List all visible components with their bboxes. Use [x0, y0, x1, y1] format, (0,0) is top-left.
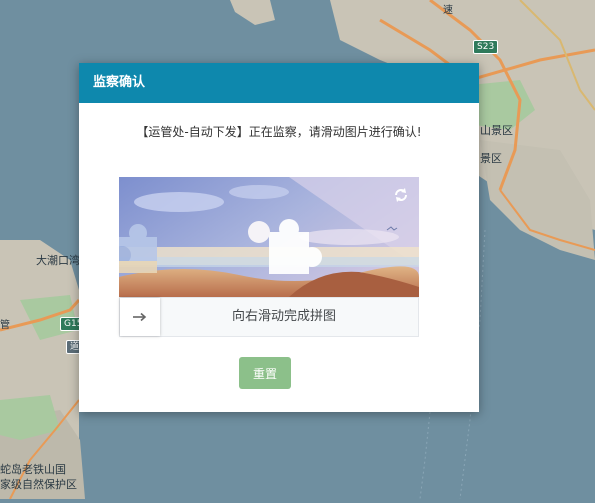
map-label: 景区 — [480, 152, 502, 165]
reset-button[interactable]: 重置 — [239, 357, 291, 389]
slider-track[interactable]: 向右滑动完成拼图 — [119, 297, 419, 337]
map-label: 山景区 — [480, 124, 513, 137]
map-label: 管 — [0, 320, 10, 331]
slider-hint: 向右滑动完成拼图 — [231, 309, 336, 324]
puzzle-image — [119, 177, 419, 297]
map-label: 速 — [443, 5, 453, 16]
dialog-message: 【运管处-自动下发】正在监察，请滑动图片进行确认! — [136, 125, 422, 139]
slider-captcha: 向右滑动完成拼图 — [119, 177, 419, 337]
map-label: 蛇岛老铁山国 — [0, 463, 66, 476]
dialog-title: 监察确认 — [79, 63, 479, 103]
refresh-icon[interactable] — [393, 187, 409, 203]
arrow-right-icon — [133, 312, 147, 322]
map-label: 大潮口湾 — [36, 254, 80, 267]
map-label: 家级自然保护区 — [0, 478, 77, 491]
road-badge: S23 — [473, 40, 499, 54]
verification-dialog: 监察确认 【运管处-自动下发】正在监察，请滑动图片进行确认! 向右滑动完成拼图 … — [79, 63, 479, 412]
slider-handle[interactable] — [120, 298, 160, 336]
